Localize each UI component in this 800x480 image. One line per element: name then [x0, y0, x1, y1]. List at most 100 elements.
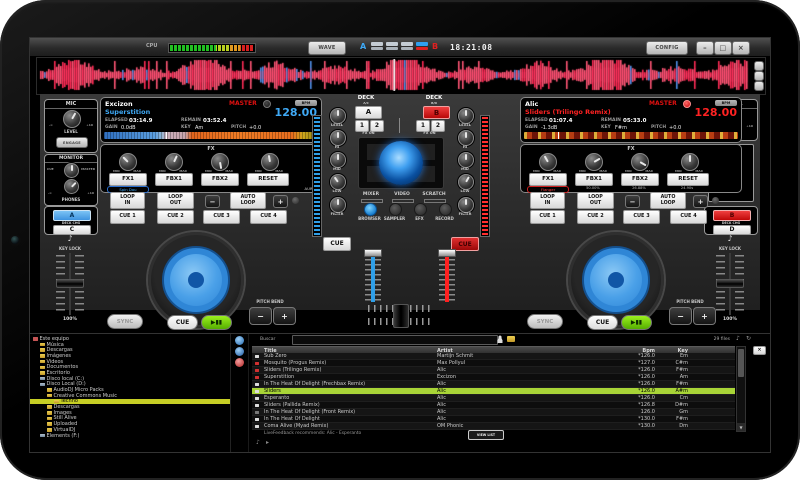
loop-half-button[interactable]: −: [625, 195, 640, 208]
tab-scratch[interactable]: SCRATCH: [418, 192, 450, 197]
auto-loop-button[interactable]: AUTO LOOP: [230, 192, 266, 209]
cue3-button[interactable]: CUE 3: [203, 210, 240, 224]
mixer-deck-a-button[interactable]: A: [355, 106, 382, 119]
tree-item[interactable]: Elements (F:): [30, 433, 230, 439]
loop-in-button[interactable]: LOOP IN: [110, 192, 145, 209]
fx1-button[interactable]: FX1: [529, 173, 567, 186]
play-pause-button[interactable]: ▶▮▮: [201, 315, 232, 330]
loop-double-button[interactable]: +: [693, 195, 708, 208]
table-row[interactable]: In The Heat Of Delight (Frechbax Remix) …: [252, 381, 735, 388]
monitor-panel: MONITOR CUEMASTER -∞+10 PHONES: [44, 154, 98, 206]
channel-right-filter-knob[interactable]: [458, 197, 474, 213]
tab-video[interactable]: VIDEO: [389, 192, 415, 197]
deck-b-track-overview[interactable]: [524, 132, 738, 139]
cue2-button[interactable]: CUE 2: [577, 210, 614, 224]
deck-select-a-button[interactable]: A: [53, 210, 91, 221]
search-input[interactable]: [292, 335, 498, 345]
table-row[interactable]: Sliders (Pallida Remix) Alic *126.8 D#m: [252, 402, 735, 409]
record-mode-button[interactable]: [439, 203, 452, 216]
table-row[interactable]: Esperanto Alic *126.0 Cm: [252, 395, 735, 402]
close-browser-button[interactable]: ×: [753, 346, 766, 355]
waveform-display[interactable]: [38, 59, 750, 91]
table-row[interactable]: In The Heat Of Delight Alic *130.0 F#m: [252, 416, 735, 423]
loop-in-button[interactable]: LOOP IN: [530, 192, 565, 209]
tab-sampler[interactable]: SAMPLER: [378, 216, 411, 221]
table-row[interactable]: Coma Alive (Myad Remix) OM Phonic *130.0…: [252, 423, 735, 430]
minimize-button[interactable]: –: [696, 41, 714, 55]
fbx1-button[interactable]: FBX1: [575, 173, 613, 186]
key-lock-label-left: KEY LOCK: [40, 246, 100, 251]
playlist-scrollbar[interactable]: ▼: [736, 346, 746, 432]
view-list-button[interactable]: VIEW LIST: [468, 430, 504, 440]
pitch-bend-minus-button[interactable]: −: [249, 307, 272, 325]
pitch-bend-plus-button[interactable]: +: [693, 307, 716, 325]
tab-efx[interactable]: EFX: [411, 216, 428, 221]
jog-wheel-right[interactable]: [568, 232, 664, 328]
channel-left-filter-knob[interactable]: [330, 197, 346, 213]
deck-select-b-button[interactable]: B: [713, 210, 751, 221]
pitch-slider-right[interactable]: [716, 253, 744, 315]
reset-button[interactable]: RESET: [667, 173, 709, 186]
table-row[interactable]: Sub Zero Martijn Schmit *126.0 Em: [252, 353, 735, 360]
mic-title: MIC: [45, 100, 97, 109]
browser-mode-button[interactable]: [364, 203, 377, 216]
fx1-button[interactable]: FX1: [109, 173, 147, 186]
cue-transport-button[interactable]: CUE: [167, 315, 198, 330]
config-button[interactable]: CONFIG: [646, 41, 688, 55]
efx-mode-button[interactable]: [414, 203, 427, 216]
cue3-button[interactable]: CUE 3: [623, 210, 660, 224]
loop-out-button[interactable]: LOOP OUT: [577, 192, 614, 209]
pitch-bend-minus-button[interactable]: −: [669, 307, 692, 325]
pfl-cue-left-button[interactable]: CUE: [323, 237, 351, 251]
pitch-slider-left[interactable]: [56, 253, 84, 315]
cue4-button[interactable]: CUE 4: [670, 210, 707, 224]
volume-fader-right[interactable]: [439, 249, 455, 302]
tab-record[interactable]: RECORD: [429, 216, 460, 221]
cue1-button[interactable]: CUE 1: [530, 210, 565, 224]
table-row[interactable]: Superstition Excizon *126.0 Am: [252, 374, 735, 381]
tab-mixer[interactable]: MIXER: [357, 192, 385, 197]
pitch-bend-plus-button[interactable]: +: [273, 307, 296, 325]
auto-loop-button[interactable]: AUTO LOOP: [650, 192, 686, 209]
cue-transport-button[interactable]: CUE: [587, 315, 618, 330]
close-button[interactable]: ×: [732, 41, 750, 55]
table-row[interactable]: Sliders (Trilingo Remix) Alic *126.0 F#m: [252, 367, 735, 374]
reset-button[interactable]: RESET: [247, 173, 289, 186]
sync-button[interactable]: SYNC: [527, 314, 563, 329]
table-row[interactable]: Sliders Alic *126.0 A#m: [252, 388, 735, 395]
note-toolbar-icon[interactable]: ♪: [736, 335, 740, 342]
fbx1-button[interactable]: FBX1: [155, 173, 193, 186]
scroll-down-arrow[interactable]: ▼: [737, 423, 745, 431]
play-pause-button[interactable]: ▶▮▮: [621, 315, 652, 330]
deck-a-track-overview[interactable]: [104, 132, 318, 139]
crossfader[interactable]: [366, 304, 434, 326]
wave-zoom-button-3[interactable]: [754, 81, 764, 91]
favorite-icon[interactable]: [235, 358, 244, 367]
cue1-button[interactable]: CUE 1: [110, 210, 145, 224]
mixer-deck-b-button[interactable]: B: [423, 106, 450, 119]
maximize-button[interactable]: □: [714, 41, 732, 55]
cue4-button[interactable]: CUE 4: [250, 210, 287, 224]
fbx2-button[interactable]: FBX2: [201, 173, 239, 186]
favorite-icon[interactable]: [235, 347, 244, 356]
cue2-button[interactable]: CUE 2: [157, 210, 194, 224]
wave-button[interactable]: WAVE: [308, 41, 346, 55]
loop-half-button[interactable]: −: [205, 195, 220, 208]
jog-wheel-left[interactable]: [148, 232, 244, 328]
wave-zoom-button-1[interactable]: [754, 61, 764, 71]
mic-engage-button[interactable]: ENGAGE: [56, 137, 88, 148]
sampler-mode-button[interactable]: [389, 203, 402, 216]
mic-level-label: LEVEL: [45, 129, 97, 134]
loop-out-button[interactable]: LOOP OUT: [157, 192, 194, 209]
volume-fader-left[interactable]: [365, 249, 381, 302]
refresh-toolbar-icon[interactable]: ↻: [746, 335, 751, 342]
favorite-icon[interactable]: [235, 336, 244, 345]
sync-button[interactable]: SYNC: [107, 314, 143, 329]
wave-zoom-button-2[interactable]: [754, 71, 764, 81]
search-folder-icon[interactable]: [507, 336, 515, 342]
search-user-icon[interactable]: [496, 335, 504, 343]
table-row[interactable]: Mosquito (Progus Remix) Max Pollyul *127…: [252, 360, 735, 367]
table-row[interactable]: In The Heat Of Delight (Front Remix) Ali…: [252, 409, 735, 416]
fbx2-button[interactable]: FBX2: [621, 173, 659, 186]
loop-double-button[interactable]: +: [273, 195, 288, 208]
